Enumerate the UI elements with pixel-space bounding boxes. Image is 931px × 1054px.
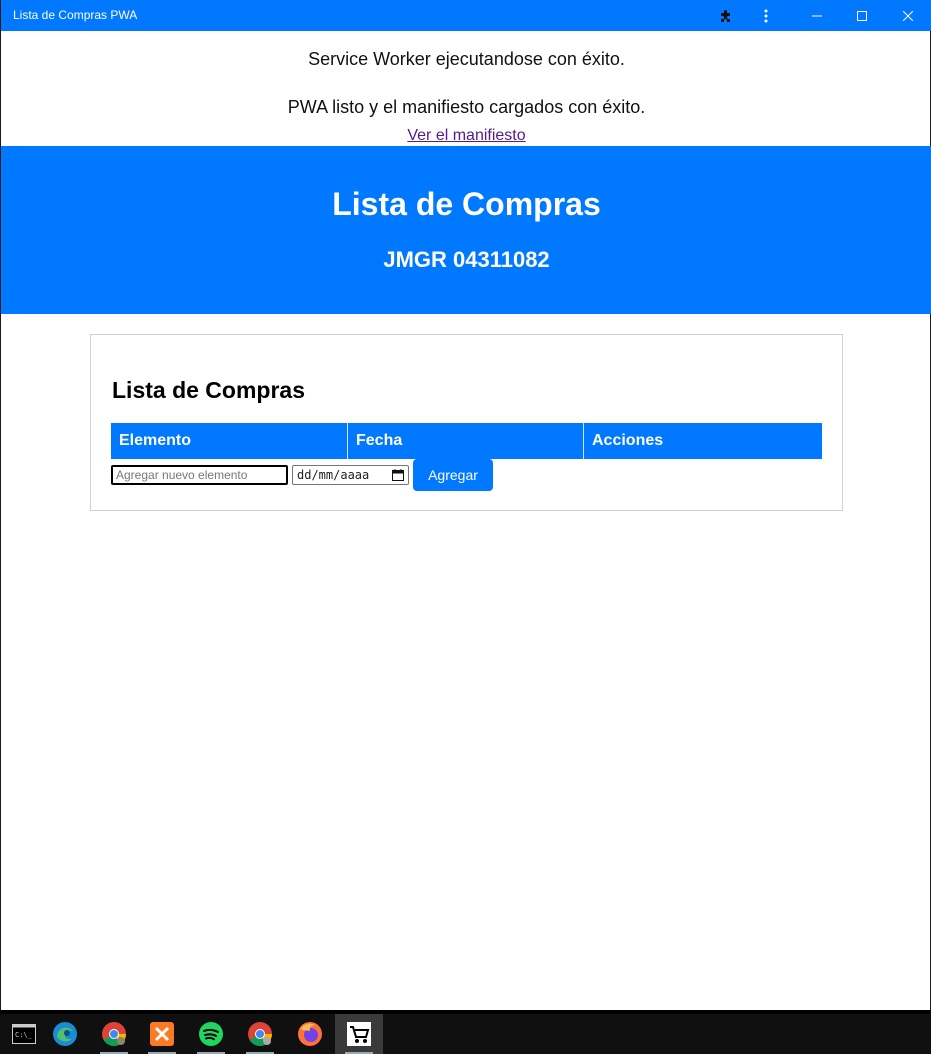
list-heading: Lista de Compras bbox=[112, 377, 305, 403]
column-header-elemento: Elemento bbox=[111, 423, 348, 459]
close-icon bbox=[903, 10, 913, 21]
column-header-acciones: Acciones bbox=[584, 423, 822, 459]
taskbar-spotify[interactable] bbox=[187, 1014, 235, 1054]
svg-text:C:\_: C:\_ bbox=[15, 1031, 33, 1039]
firefox-icon bbox=[298, 1022, 322, 1046]
maximize-button[interactable] bbox=[842, 0, 882, 31]
page-header: Lista de Compras JMGR 04311082 bbox=[1, 146, 931, 314]
taskbar-edge[interactable] bbox=[41, 1014, 89, 1054]
minimize-button[interactable] bbox=[797, 0, 837, 31]
shopping-list-card: Lista de Compras Elemento Fecha Acciones… bbox=[90, 334, 843, 511]
taskbar: C:\_ bbox=[0, 1010, 931, 1054]
edge-icon bbox=[53, 1022, 77, 1046]
menu-icon bbox=[764, 9, 768, 22]
xampp-icon bbox=[150, 1022, 174, 1046]
title-bar: Lista de Compras PWA bbox=[1, 0, 931, 31]
spotify-icon bbox=[199, 1022, 223, 1046]
maximize-icon bbox=[857, 10, 867, 21]
shopping-cart-pwa-icon bbox=[347, 1022, 371, 1046]
calendar-icon[interactable] bbox=[392, 469, 404, 481]
taskbar-chrome-profile[interactable] bbox=[236, 1014, 284, 1054]
taskbar-firefox[interactable] bbox=[286, 1014, 334, 1054]
taskbar-chrome[interactable] bbox=[90, 1014, 138, 1054]
extensions-button[interactable] bbox=[706, 0, 746, 31]
manifest-link[interactable]: Ver el manifiesto bbox=[407, 127, 525, 144]
new-item-input[interactable] bbox=[111, 465, 288, 485]
chrome-icon bbox=[102, 1022, 126, 1047]
date-input[interactable]: dd/mm/aaaa bbox=[292, 465, 409, 485]
page-subtitle: JMGR 04311082 bbox=[383, 247, 550, 272]
taskbar-shopping-pwa[interactable] bbox=[335, 1014, 383, 1054]
extensions-icon bbox=[721, 9, 730, 22]
service-worker-status: Service Worker ejecutandose con éxito. bbox=[308, 49, 625, 69]
date-placeholder: dd/mm/aaaa bbox=[297, 468, 370, 482]
manifest-link-row: Ver el manifiesto bbox=[1, 127, 931, 145]
app-window: Lista de Compras PWA Service Worker ejec… bbox=[0, 0, 931, 1010]
menu-button[interactable] bbox=[746, 0, 786, 31]
page-title: Lista de Compras bbox=[332, 186, 601, 222]
taskbar-xampp[interactable] bbox=[138, 1014, 186, 1054]
chrome-profile-icon bbox=[248, 1022, 272, 1047]
add-button[interactable]: Agregar bbox=[413, 459, 493, 491]
column-header-fecha: Fecha bbox=[348, 423, 584, 459]
close-button[interactable] bbox=[888, 0, 928, 31]
table-header: Elemento Fecha Acciones bbox=[111, 423, 822, 459]
pwa-status: PWA listo y el manifiesto cargados con é… bbox=[287, 97, 646, 117]
window-title: Lista de Compras PWA bbox=[13, 8, 138, 22]
minimize-icon bbox=[812, 15, 822, 16]
terminal-icon: C:\_ bbox=[12, 1024, 36, 1044]
